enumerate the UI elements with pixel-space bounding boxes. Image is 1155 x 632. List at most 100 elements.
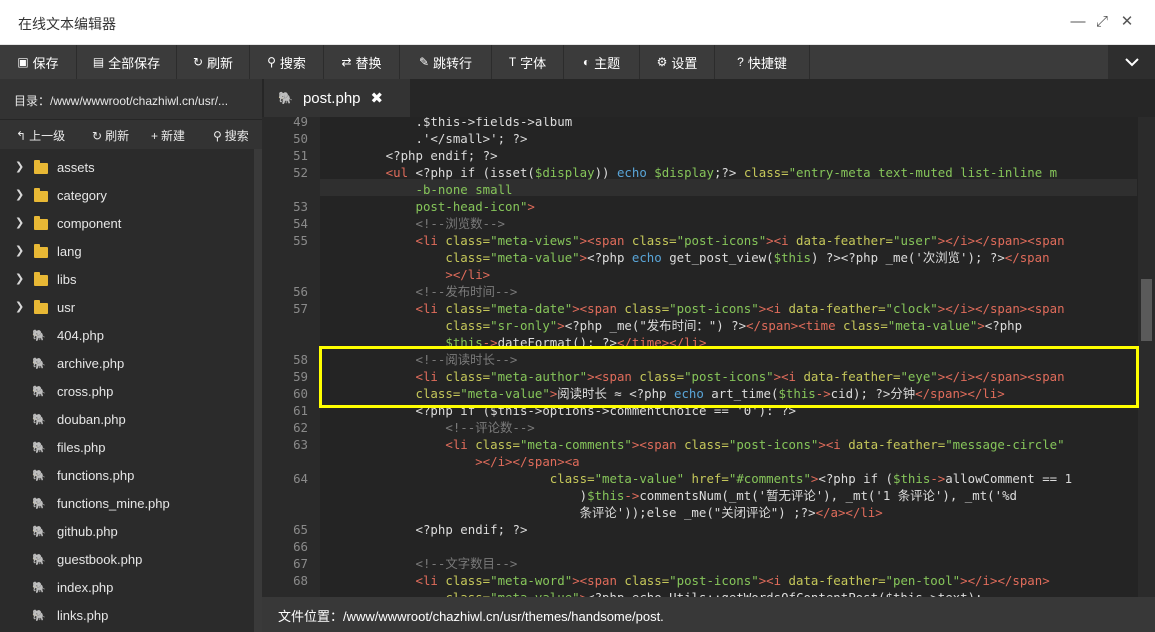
sidebar-scrollbar[interactable] — [254, 149, 262, 632]
tree-file[interactable]: 🐘 functions.php — [0, 462, 254, 490]
tree-folder[interactable]: ❯ assets — [0, 154, 254, 182]
tree-item-label: libs — [57, 272, 77, 287]
toolbar-button-3[interactable]: ⚲ 搜索 — [250, 45, 324, 79]
line-number: 57 — [293, 301, 308, 316]
tree-file[interactable]: 🐘 index.php — [0, 574, 254, 602]
tree-item-label: links.php — [57, 608, 109, 623]
code-line[interactable]: <li class="meta-comments"><span class="p… — [326, 436, 1064, 453]
code-line[interactable]: -b-none small — [326, 181, 513, 198]
line-number: 52 — [293, 165, 308, 180]
close-icon[interactable]: ✕ — [1118, 13, 1136, 31]
tree-item-label: guestbook.php — [57, 552, 143, 567]
tree-folder[interactable]: ❯ usr — [0, 294, 254, 322]
code-line[interactable]: class="sr-only"><?php _me("发布时间：") ?></s… — [326, 317, 1022, 334]
tree-file[interactable]: 🐘 links.php — [0, 602, 254, 630]
toolbar-button-label: 跳转行 — [433, 55, 473, 71]
toolbar-button-6[interactable]: T 字体 — [492, 45, 564, 79]
line-number: 60 — [293, 386, 308, 401]
tree-file[interactable]: 🐘 404.php — [0, 322, 254, 350]
chevron-right-icon[interactable]: ❯ — [15, 244, 24, 257]
code-line[interactable]: )$this->commentsNum(_mt('暂无评论'), _mt('1 … — [326, 487, 1017, 504]
refresh-icon: ↻ — [92, 129, 103, 143]
toolbar-button-4[interactable]: ⇄ 替换 — [324, 45, 400, 79]
code-line[interactable]: .$this->fields->album — [326, 117, 573, 130]
toolbar-button-label: 搜索 — [279, 55, 306, 71]
php-file-icon: 🐘 — [32, 554, 46, 566]
tree-file[interactable]: 🐘 douban.php — [0, 406, 254, 434]
toolbar-button-1[interactable]: ▤ 全部保存 — [77, 45, 177, 79]
tree-file[interactable]: 🐘 cross.php — [0, 378, 254, 406]
sidebar-tool-3[interactable]: ⚲ 搜索 — [213, 127, 249, 144]
code-line[interactable]: <?php endif; ?> — [326, 147, 498, 164]
code-line[interactable]: <li class="meta-word"><span class="post-… — [326, 572, 1050, 589]
toolbar-button-8[interactable]: ⚙ 设置 — [640, 45, 715, 79]
code-line[interactable]: class="meta-value" href="#comments"><?ph… — [326, 470, 1072, 487]
sidebar-tool-0[interactable]: ↰ 上一级 — [16, 127, 65, 144]
tree-folder[interactable]: ❯ component — [0, 210, 254, 238]
code-line[interactable]: <!--文字数目--> — [326, 555, 518, 572]
line-number: 51 — [293, 148, 308, 163]
code-line[interactable]: ></li> — [326, 266, 490, 283]
directory-path: 目录：/www/wwwroot/chazhiwl.cn/usr/... — [14, 94, 229, 108]
php-file-icon: 🐘 — [32, 358, 46, 370]
chevron-right-icon[interactable]: ❯ — [15, 300, 24, 313]
plus-icon: + — [151, 129, 159, 143]
toolbar-button-9[interactable]: ? 快捷键 — [715, 45, 810, 79]
save-icon: ▣ — [17, 55, 29, 69]
code-line[interactable]: 条评论'));else _me("关闭评论") ;?></a></li> — [326, 504, 883, 521]
tree-file[interactable]: 🐘 archive.php — [0, 350, 254, 378]
toolbar-button-2[interactable]: ↻ 刷新 — [177, 45, 250, 79]
code-line[interactable]: class="meta-value"><?php echo get_post_v… — [326, 249, 1049, 266]
title-bar: 在线文本编辑器 — ⤢ ✕ — [0, 0, 1155, 45]
toolbar-button-7[interactable]: ◐ 主题 — [564, 45, 640, 79]
directory-bar: 目录：/www/wwwroot/chazhiwl.cn/usr/... — [0, 79, 262, 119]
tree-item-label: component — [57, 216, 122, 231]
code-line[interactable]: <li class="meta-date"><span class="post-… — [326, 300, 1065, 317]
chevron-right-icon[interactable]: ❯ — [15, 216, 24, 229]
line-number: 54 — [293, 216, 308, 231]
minimize-icon[interactable]: — — [1069, 13, 1087, 31]
code-line[interactable]: <!--浏览数--> — [326, 215, 505, 232]
php-file-icon: 🐘 — [32, 498, 46, 510]
code-line[interactable]: class="meta-value"><?php echo Utils::get… — [326, 589, 982, 597]
code-line[interactable]: <ul <?php if (isset($display)) echo $dis… — [326, 164, 1057, 181]
sidebar-tool-2[interactable]: + 新建 — [151, 127, 185, 144]
chevron-right-icon[interactable]: ❯ — [15, 160, 24, 173]
tree-file[interactable]: 🐘 guestbook.php — [0, 546, 254, 574]
tree-folder[interactable]: ❯ lang — [0, 238, 254, 266]
code-line[interactable]: <!--评论数--> — [326, 419, 534, 436]
maximize-icon[interactable]: ⤢ — [1093, 13, 1111, 31]
sidebar-tool-label: 新建 — [161, 129, 186, 143]
code-line[interactable]: ></i></span><a — [326, 453, 579, 470]
up-level-icon: ↰ — [16, 129, 27, 143]
tab-post-php[interactable]: 🐘 post.php ✖ — [264, 79, 410, 117]
tree-item-label: index.php — [57, 580, 114, 595]
folder-icon — [34, 272, 48, 286]
tree-folder[interactable]: ❯ category — [0, 182, 254, 210]
status-bar: 文件位置：/www/wwwroot/chazhiwl.cn/usr/themes… — [262, 597, 1155, 632]
tree-file[interactable]: 🐘 github.php — [0, 518, 254, 546]
tree-file[interactable]: 🐘 functions_mine.php — [0, 490, 254, 518]
toolbar-button-5[interactable]: ✎ 跳转行 — [400, 45, 492, 79]
code-line[interactable]: <!--发布时间--> — [326, 283, 518, 300]
chevron-right-icon[interactable]: ❯ — [15, 188, 24, 201]
tab-close-icon[interactable]: ✖ — [371, 89, 384, 107]
editor-scroll-thumb[interactable] — [1141, 279, 1152, 341]
tree-folder[interactable]: ❯ libs — [0, 266, 254, 294]
line-number: 67 — [293, 556, 308, 571]
chevron-down-icon[interactable] — [1108, 45, 1155, 79]
toolbar-button-0[interactable]: ▣ 保存 — [0, 45, 77, 79]
sidebar-tool-1[interactable]: ↻ 刷新 — [92, 127, 129, 144]
tree-item-label: lang — [57, 244, 82, 259]
pin-icon: ✎ — [418, 55, 430, 69]
toolbar-button-label: 字体 — [520, 55, 547, 71]
code-line[interactable]: .'</small>'; ?> — [326, 130, 528, 147]
code-line[interactable]: <li class="meta-views"><span class="post… — [326, 232, 1065, 249]
code-line[interactable]: post-head-icon"> — [326, 198, 535, 215]
chevron-right-icon[interactable]: ❯ — [15, 272, 24, 285]
editor-scrollbar[interactable] — [1138, 117, 1155, 597]
code-line[interactable]: <?php endif; ?> — [326, 521, 528, 538]
tree-file[interactable]: 🐘 files.php — [0, 434, 254, 462]
gear-icon: ⚙ — [656, 55, 668, 69]
line-number: 49 — [293, 117, 308, 129]
